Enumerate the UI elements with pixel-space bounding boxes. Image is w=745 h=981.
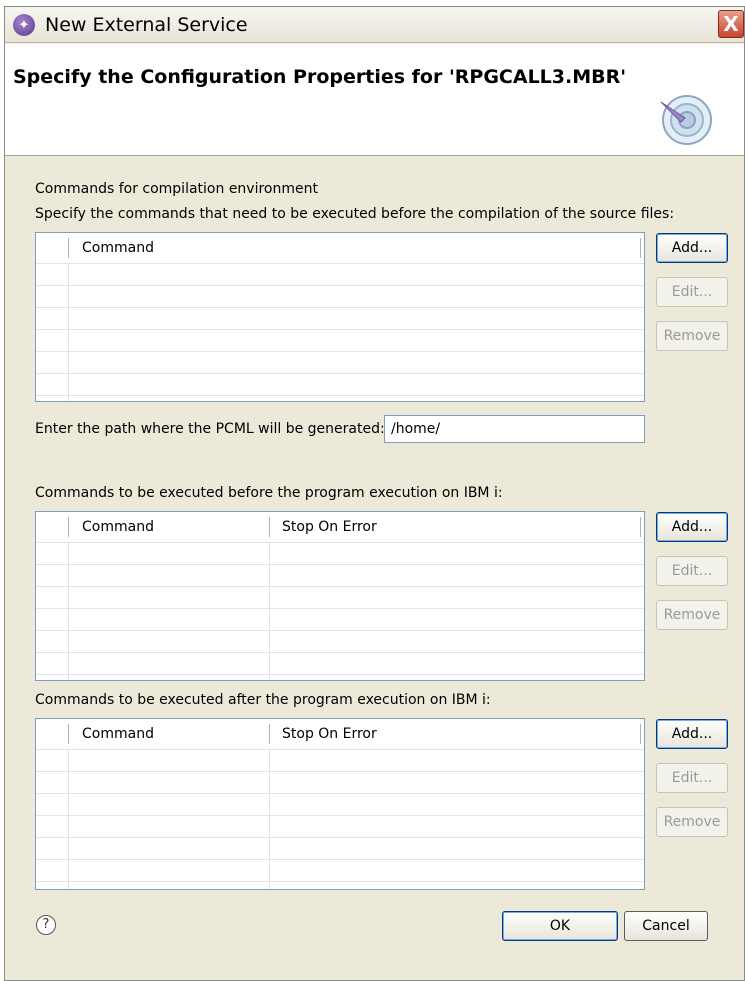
compilation-commands-table[interactable]: Command	[35, 232, 645, 402]
after-exec-label: Commands to be executed after the progra…	[35, 692, 491, 708]
ok-button[interactable]: OK	[502, 911, 618, 941]
window-title: New External Service	[45, 14, 248, 36]
table-header: Command	[36, 233, 644, 263]
compilation-edit-button[interactable]: Edit...	[656, 277, 728, 307]
column-header-command[interactable]: Command	[82, 233, 154, 263]
before-exec-edit-button[interactable]: Edit...	[656, 556, 728, 586]
column-header-stop-on-error[interactable]: Stop On Error	[282, 512, 377, 542]
help-icon[interactable]: ?	[36, 915, 56, 935]
after-exec-remove-button[interactable]: Remove	[656, 807, 728, 837]
column-header-stop-on-error[interactable]: Stop On Error	[282, 719, 377, 749]
before-exec-add-button[interactable]: Add...	[656, 512, 728, 542]
compilation-add-button[interactable]: Add...	[656, 233, 728, 263]
compilation-section-label: Commands for compilation environment	[35, 181, 318, 197]
column-header-command[interactable]: Command	[82, 512, 154, 542]
after-exec-commands-table[interactable]: Command Stop On Error	[35, 718, 645, 890]
cancel-button[interactable]: Cancel	[624, 911, 708, 941]
before-exec-label: Commands to be executed before the progr…	[35, 485, 503, 501]
wizard-icon: ✦	[13, 14, 35, 36]
close-button[interactable]: X	[718, 10, 744, 38]
compilation-instruction: Specify the commands that need to be exe…	[35, 206, 675, 222]
before-exec-commands-table[interactable]: Command Stop On Error	[35, 511, 645, 681]
wizard-banner: Specify the Configuration Properties for…	[5, 44, 744, 156]
page-title: Specify the Configuration Properties for…	[13, 66, 627, 88]
after-exec-add-button[interactable]: Add...	[656, 719, 728, 749]
before-exec-remove-button[interactable]: Remove	[656, 600, 728, 630]
after-exec-edit-button[interactable]: Edit...	[656, 763, 728, 793]
table-header: Command Stop On Error	[36, 719, 644, 749]
compilation-remove-button[interactable]: Remove	[656, 321, 728, 351]
title-bar: ✦ New External Service X	[5, 7, 744, 43]
configure-wizard-icon	[660, 95, 712, 145]
new-external-service-dialog: ✦ New External Service X Specify the Con…	[4, 6, 745, 981]
dialog-body: Commands for compilation environment Spe…	[5, 157, 744, 980]
pcml-path-label: Enter the path where the PCML will be ge…	[35, 421, 385, 437]
column-header-command[interactable]: Command	[82, 719, 154, 749]
table-header: Command Stop On Error	[36, 512, 644, 542]
pcml-path-input[interactable]	[384, 415, 645, 443]
